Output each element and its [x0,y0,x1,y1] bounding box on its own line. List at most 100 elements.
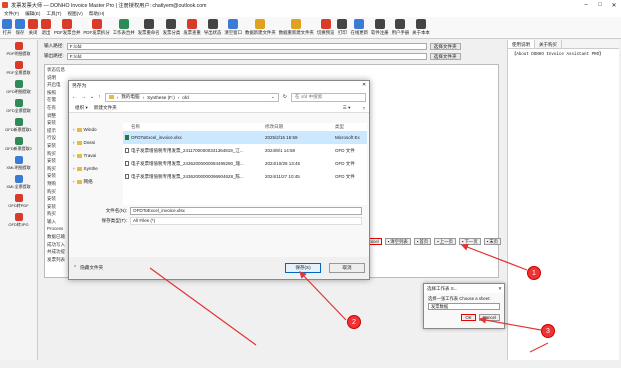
toolbar-button[interactable]: 发票分类 [163,17,180,39]
tree-item[interactable]: › Windo [73,123,119,136]
output-path-field[interactable]: F:/ofd [66,52,427,60]
maximize-icon[interactable]: □ [593,2,607,9]
tree-item[interactable]: › Travai [73,149,119,162]
menu-edit[interactable]: 编辑(E) [25,11,40,17]
tab-purchase[interactable]: 关于购买 [535,40,562,48]
input-path-field[interactable]: F:/ofd [66,42,427,50]
toolbar-button-label: 打印 [338,30,347,35]
up-arrow-icon[interactable]: ↑ [98,94,101,100]
sidebar-item[interactable]: XML全票提取 [0,173,37,191]
toolbar-button[interactable]: 软件注册 [371,17,389,39]
toolbar-button[interactable]: 数据重新建文件夹 [279,17,314,39]
column-name[interactable]: 名称 [123,124,265,130]
sidebar-item[interactable]: OFD明细提取 [0,78,37,96]
sidebar-item[interactable]: XML明细提取 [0,154,37,172]
pager-button[interactable]: ▪ 清空列表 [384,237,411,245]
toolbar-button[interactable]: 关闭 [28,17,38,39]
chevron-down-icon[interactable]: ⌄ [90,94,94,100]
pager-button[interactable]: ▪ 上一页 [434,237,456,245]
file-row[interactable]: 电子发票增值税专用发票_24117000000341364819_江... 202… [123,144,367,157]
tree-item[interactable]: › Dossi [73,136,119,149]
toolbar-button[interactable]: 发票查重 [183,17,201,39]
pager-button[interactable]: ▪ 下一页 [458,237,481,245]
sidebar-item[interactable]: OFD新票提取2 [0,135,37,153]
toolbar-icon [255,19,266,29]
chevron-right-icon[interactable]: › [73,127,75,132]
minimize-icon[interactable]: – [579,2,593,9]
tree-item[interactable]: › Synthe [73,162,119,175]
breadcrumb-item[interactable]: ofd [182,95,188,100]
tab-instructions[interactable]: 使用说明 [508,40,535,48]
column-date[interactable]: 修改日期 [265,124,335,130]
chevron-down-icon[interactable]: ⌄ [271,94,275,100]
filename-input[interactable]: OFDToExcel_invoice.xlsx [130,207,362,215]
app-logo-icon [2,2,8,8]
hide-folders-toggle[interactable]: 隐藏文件夹 [80,265,103,271]
sidebar-item[interactable]: OFD新票提取1 [0,116,37,134]
toolbar-button[interactable]: 退出 [41,17,51,39]
toolbar-button[interactable]: 在线更新 [350,17,368,39]
folder-search-input[interactable]: 在 ofd 中搜索 [291,92,366,102]
breadcrumb[interactable]: › 我的电脑 › Synthese (F:) › ofd ⌄ [104,92,279,102]
toolbar-button[interactable]: 关于本本 [412,17,430,39]
menu-file[interactable]: 文件(F) [4,11,19,17]
help-icon[interactable]: ? [362,106,365,111]
close-icon[interactable]: ✕ [496,286,504,292]
new-folder-button[interactable]: 新建文件夹 [94,105,117,111]
chevron-right-icon[interactable]: › [73,166,75,171]
chevron-right-icon[interactable]: › [73,179,75,184]
refresh-icon[interactable]: ↻ [283,94,287,100]
forward-arrow-icon[interactable]: → [81,94,86,100]
file-date: 2024/11/27 10:45 [265,174,300,179]
file-row[interactable]: 电子发票增值税专用发票_24362000000096904628_陈... 202… [123,170,367,183]
tree-item-label: Travai [83,153,97,158]
breadcrumb-item[interactable]: 我的电脑 [121,94,139,100]
toolbar-button[interactable]: 数据新建文件夹 [245,17,276,39]
toolbar-button[interactable]: PDF发票合并 [54,17,80,39]
save-button[interactable]: 保存(S) [285,263,321,273]
sidebar-item[interactable]: OFD全票提取 [0,97,37,115]
back-arrow-icon[interactable]: ← [72,94,77,100]
sidebar-item-label: OFD全票提取 [6,107,31,113]
close-icon[interactable]: ✕ [607,2,621,9]
close-icon[interactable]: ✕ [359,83,369,88]
sidebar-item[interactable]: PDF明细提取 [0,40,37,58]
toolbar-button[interactable]: 打开 [2,17,12,39]
toolbar-button[interactable]: 工作表合并 [113,17,135,39]
folder-icon [108,95,114,99]
breadcrumb-item[interactable]: Synthese (F:) [147,95,175,100]
sidebar-item[interactable]: OFD转PDF [0,192,37,210]
pager-button[interactable]: ▪ 末页 [483,237,501,245]
pager-button[interactable]: ▪ 首页 [413,237,432,245]
organize-menu[interactable]: 组织 ▾ [75,105,88,111]
chevron-right-icon[interactable]: › [73,153,75,158]
column-type[interactable]: 类型 [335,124,367,130]
cancel-button[interactable]: Cancel [478,314,500,321]
toolbar-button[interactable]: 导出状态 [204,17,221,39]
toolbar-button[interactable]: PDF发票拆分 [83,17,110,39]
select-input-folder-button[interactable]: 选择文件夹 [429,42,461,50]
tree-item[interactable]: › 网络 [73,175,119,188]
view-options-icon[interactable]: ☰ ▾ [343,105,351,111]
toolbar-button[interactable]: 清空窗口 [224,17,242,39]
cancel-button[interactable]: 取消 [329,263,365,273]
menu-view[interactable]: 视图(V) [67,11,82,17]
chevron-up-icon[interactable]: ⌃ [73,265,77,271]
file-row[interactable]: OFDToExcel_invoice.xlsx 2025/2/15 15:59 Mi… [123,131,367,144]
ok-button[interactable]: OK [461,314,476,321]
sidebar-item[interactable]: PDF全票提取 [0,59,37,77]
file-row[interactable]: 电子发票增值税专用发票_24362000000084495290_瑞... 202… [123,157,367,170]
menu-help[interactable]: 帮助(H) [89,11,105,17]
toolbar-button[interactable]: 发票重命名 [138,17,160,39]
toolbar-button-label: 清空窗口 [224,30,242,35]
sheet-select[interactable]: 发票数据 [428,303,500,310]
select-output-folder-button[interactable]: 选择文件夹 [429,52,461,60]
toolbar-button[interactable]: 切换预览 [317,17,334,39]
menu-tools[interactable]: 工具(T) [46,11,61,17]
toolbar-button[interactable]: 打印 [337,17,348,39]
filetype-select[interactable]: All Files (*) [130,217,362,225]
toolbar-button[interactable]: 保存 [15,17,25,39]
sidebar-item[interactable]: OFD转JPG [0,211,37,229]
chevron-right-icon[interactable]: › [73,140,75,145]
toolbar-button[interactable]: 用户手册 [392,17,409,39]
